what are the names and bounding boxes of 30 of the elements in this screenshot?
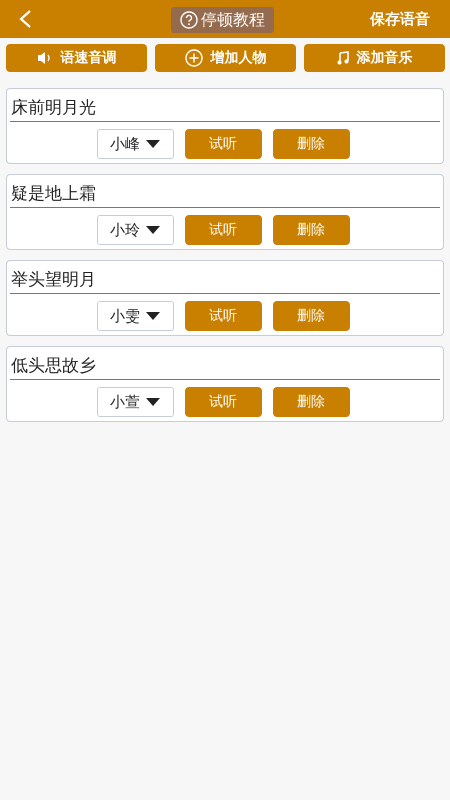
delete-button[interactable]: 删除: [272, 129, 350, 159]
back-icon: [18, 9, 32, 29]
listen-button[interactable]: 试听: [184, 301, 262, 331]
text-field[interactable]: 举头望明月: [10, 269, 440, 294]
plus-icon: [184, 49, 202, 67]
toolbar-button[interactable]: 添加音乐: [304, 44, 445, 72]
toolbar-button[interactable]: 语速音调: [6, 44, 147, 72]
toolbar-button[interactable]: 增加人物: [155, 44, 296, 72]
listen-button[interactable]: 试听: [184, 129, 262, 159]
text-field[interactable]: 床前明月光: [10, 97, 440, 122]
voice-dropdown[interactable]: 小峰: [96, 129, 174, 159]
save-button[interactable]: 保存语音: [370, 10, 430, 28]
tutorial-button[interactable]: 停顿教程: [171, 7, 274, 33]
text-field[interactable]: 疑是地上霜: [10, 183, 440, 208]
caret-icon: [146, 140, 160, 148]
music-note-icon: [336, 51, 348, 65]
caret-icon: [146, 398, 160, 406]
help-icon: [180, 11, 198, 29]
delete-button[interactable]: 删除: [272, 301, 350, 331]
caret-icon: [146, 312, 160, 320]
delete-button[interactable]: 删除: [272, 387, 350, 417]
voice-dropdown[interactable]: 小雯: [96, 301, 174, 331]
voice-dropdown[interactable]: 小萱: [96, 387, 174, 417]
listen-button[interactable]: 试听: [184, 387, 262, 417]
voice-dropdown[interactable]: 小玲: [96, 215, 174, 245]
listen-button[interactable]: 试听: [184, 215, 262, 245]
caret-icon: [146, 226, 160, 234]
text-field[interactable]: 低头思故乡: [10, 355, 440, 380]
delete-button[interactable]: 删除: [272, 215, 350, 245]
speaker-icon: [36, 51, 52, 65]
